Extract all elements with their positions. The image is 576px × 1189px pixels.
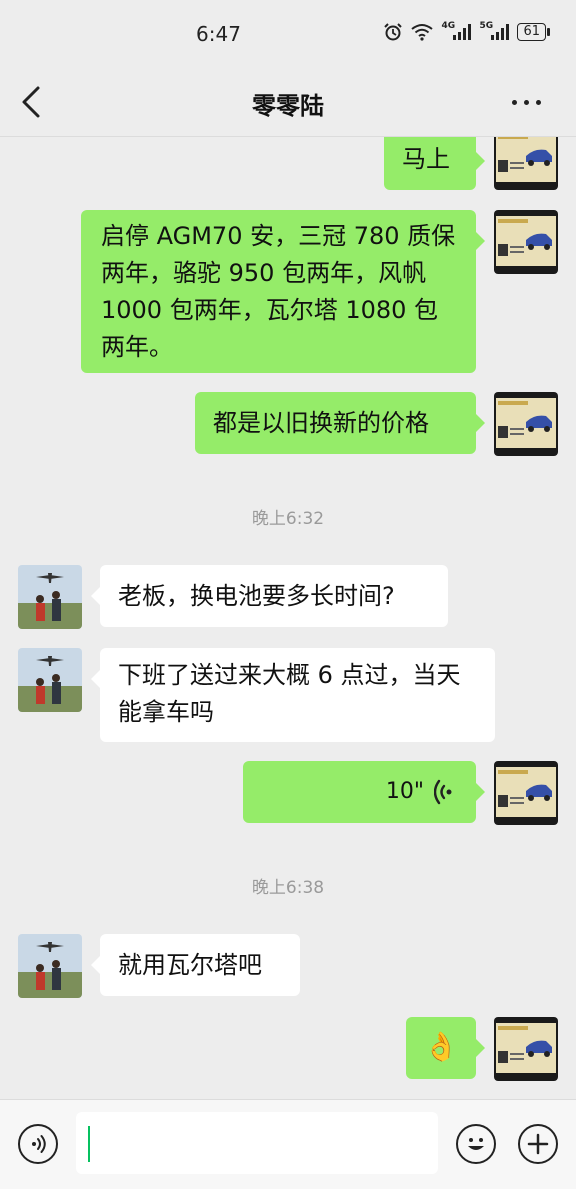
ok-hand-emoji: 👌 bbox=[423, 1030, 459, 1063]
voice-duration: 10" bbox=[385, 779, 424, 804]
sent-message-bubble[interactable]: 马上 bbox=[384, 137, 485, 190]
my-avatar[interactable] bbox=[494, 137, 558, 190]
more-icon[interactable] bbox=[512, 94, 548, 110]
my-avatar[interactable] bbox=[494, 392, 558, 456]
my-avatar[interactable] bbox=[494, 1017, 558, 1081]
voice-message-bubble[interactable]: 10" bbox=[243, 761, 485, 823]
input-bar bbox=[0, 1099, 576, 1189]
my-avatar[interactable] bbox=[494, 210, 558, 274]
timestamp: 晚上6:32 bbox=[251, 509, 325, 529]
status-time: 6:47 bbox=[196, 22, 241, 46]
signal-icon-2: 5G bbox=[479, 21, 510, 40]
contact-avatar[interactable] bbox=[18, 565, 82, 629]
signal-icon-1: 4G bbox=[441, 21, 472, 40]
timestamp: 晚上6:38 bbox=[251, 878, 325, 898]
nav-bar: 零零陆 bbox=[0, 68, 576, 137]
voice-wave-icon bbox=[434, 779, 452, 805]
received-message-bubble[interactable]: 老板，换电池要多长时间? bbox=[91, 565, 448, 627]
plus-icon[interactable] bbox=[518, 1124, 558, 1164]
status-icons: 4G 5G 61 bbox=[383, 21, 550, 42]
received-message-bubble[interactable]: 下班了送过来大概 6 点过，当天能拿车吗 bbox=[91, 648, 495, 742]
voice-icon[interactable] bbox=[18, 1124, 58, 1164]
contact-avatar[interactable] bbox=[18, 648, 82, 712]
chat-area[interactable]: 马上 启停 AGM70 安，三冠 780 质保两年，骆驼 950 包两年，风帆1… bbox=[0, 137, 576, 1099]
my-avatar[interactable] bbox=[494, 761, 558, 825]
message-input[interactable] bbox=[76, 1112, 438, 1174]
sent-message-bubble[interactable]: 都是以旧换新的价格 bbox=[195, 392, 485, 454]
chat-title: 零零陆 bbox=[252, 92, 324, 120]
wifi-icon bbox=[411, 24, 434, 41]
text-caret bbox=[88, 1126, 90, 1162]
emoji-message-bubble[interactable]: 👌 bbox=[406, 1017, 485, 1079]
status-bar: 6:47 4G 5G 61 bbox=[0, 0, 576, 68]
sent-message-bubble[interactable]: 启停 AGM70 安，三冠 780 质保两年，骆驼 950 包两年，风帆1000… bbox=[81, 210, 485, 373]
battery-indicator: 61 bbox=[517, 23, 550, 41]
received-message-bubble[interactable]: 就用瓦尔塔吧 bbox=[91, 934, 300, 996]
contact-avatar[interactable] bbox=[18, 934, 82, 998]
emoji-icon[interactable] bbox=[456, 1124, 496, 1164]
alarm-icon bbox=[384, 23, 403, 41]
